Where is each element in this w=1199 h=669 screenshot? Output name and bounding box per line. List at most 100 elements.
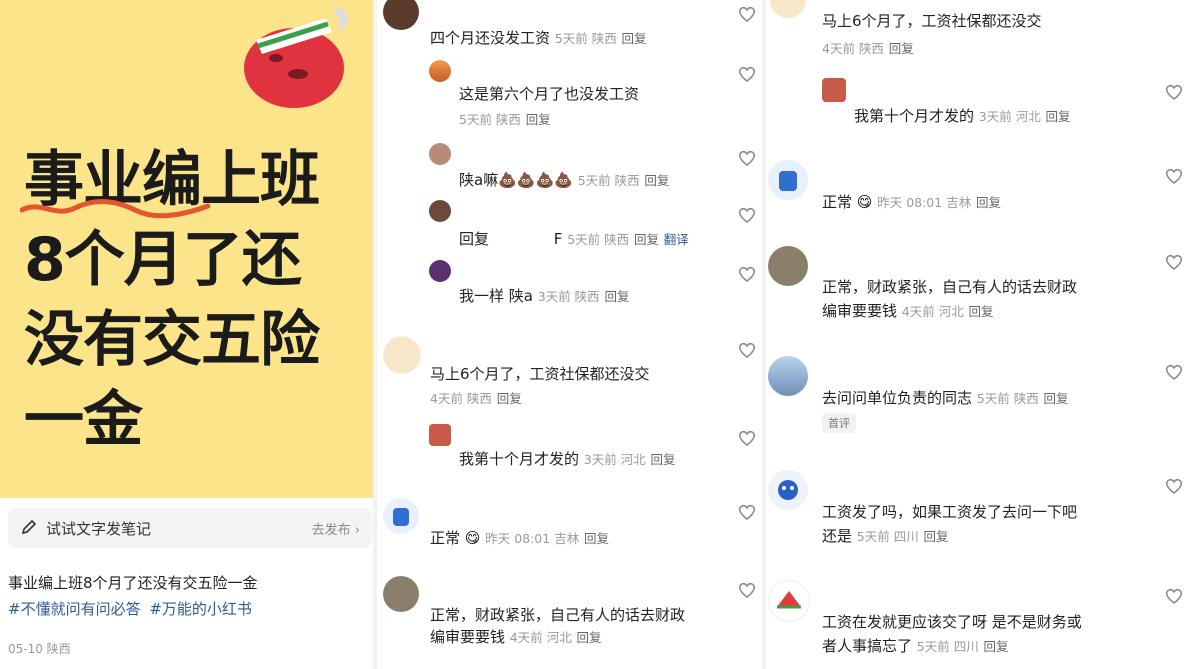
comment-text: 工资在发就更应该交了呀 是不是财务或 <box>822 613 1082 631</box>
reply-button[interactable]: 回复 <box>526 112 551 127</box>
cover-title: 事业编上班 8个月了还 没有交五险 一金 <box>24 140 369 460</box>
comment-item: 我第十个月才发的 3天前 河北 回复 <box>854 105 1071 126</box>
avatar[interactable] <box>768 470 808 510</box>
avatar[interactable] <box>383 336 421 374</box>
heart-icon[interactable] <box>737 205 757 225</box>
comment-item: 四个月还没发工资 5天前 陕西 回复 <box>430 27 647 48</box>
comment-item: 编审要要钱 4天前 河北 回复 <box>430 626 602 647</box>
avatar[interactable] <box>768 356 808 396</box>
comment-text: 正常，财政紧张，自己有人的话去财政 <box>822 278 1078 296</box>
heart-icon[interactable] <box>737 64 757 84</box>
heart-icon[interactable] <box>737 264 757 284</box>
comment-item: 还是 5天前 四川 回复 <box>822 525 949 546</box>
heart-icon[interactable] <box>1164 166 1184 186</box>
comment-item: 回复 F 5天前 陕西 回复 翻译 <box>459 228 689 249</box>
avatar[interactable] <box>429 143 451 165</box>
reply-button[interactable]: 回复 <box>497 391 522 406</box>
comment-item: 去问问单位负责的同志 5天前 陕西 回复 <box>822 387 1069 408</box>
hashtag-link[interactable]: #万能的小红书 <box>149 600 252 618</box>
comment-item: 编审要要钱 4天前 河北 回复 <box>822 300 994 321</box>
comment-text: 工资发了吗，如果工资发了去问一下吧 <box>822 503 1078 521</box>
reply-button[interactable]: 回复 <box>984 639 1009 654</box>
reply-button[interactable]: 回复 <box>1044 391 1069 406</box>
comment-text: 这是第六个月了也没发工资 <box>459 85 640 103</box>
comment-text: 正常 <box>822 193 853 211</box>
jacket-icon <box>779 171 797 191</box>
reply-button[interactable]: 回复 <box>634 232 659 247</box>
comment-text: 去问问单位负责的同志 <box>822 389 973 407</box>
try-text-label: 试试文字发笔记 <box>46 520 152 538</box>
avatar[interactable] <box>429 260 451 282</box>
reply-button[interactable]: 回复 <box>584 531 609 546</box>
pencil-icon <box>21 519 37 535</box>
cover-line-3: 没有交五险 <box>24 305 320 375</box>
reply-button[interactable]: 回复 <box>604 289 629 304</box>
heart-icon[interactable] <box>737 580 757 600</box>
heart-icon[interactable] <box>737 502 757 522</box>
comment-meta: 5天前 陕西 <box>577 173 640 188</box>
post-panel: 事业编上班 8个月了还 没有交五险 一金 试试文字发笔记 去发布 › 事业编上班… <box>0 0 373 669</box>
avatar[interactable] <box>768 580 810 622</box>
comment-meta: 4天前 陕西 <box>822 41 884 56</box>
heart-icon[interactable] <box>737 428 757 448</box>
reply-button[interactable]: 回复 <box>969 304 994 319</box>
avatar[interactable] <box>383 498 419 534</box>
heart-icon[interactable] <box>1164 252 1184 272</box>
reply-button[interactable]: 回复 <box>889 41 914 56</box>
comment-text: 回复 <box>459 230 490 248</box>
hashtag-link[interactable]: #不懂就问有问必答 <box>8 600 141 618</box>
avatar[interactable] <box>383 0 419 30</box>
heart-icon[interactable] <box>1164 362 1184 382</box>
reply-button[interactable]: 回复 <box>644 173 669 188</box>
comment-text: 四个月还没发工资 <box>430 29 551 47</box>
comment-meta-row: 5天前 陕西 回复 <box>459 109 551 128</box>
first-comment-badge: 首评 <box>822 413 856 433</box>
comment-meta: 4天前 河北 <box>509 630 572 645</box>
comment-meta: 3天前 陕西 <box>537 289 600 304</box>
heart-icon[interactable] <box>737 148 757 168</box>
avatar[interactable] <box>429 200 451 222</box>
comment-meta: 5天前 陕西 <box>976 391 1039 406</box>
comment-text: 我第十个月才发的 <box>459 450 580 468</box>
comment-meta: 3天前 河北 <box>978 109 1041 124</box>
reply-button[interactable]: 回复 <box>976 195 1001 210</box>
go-publish-link[interactable]: 去发布 › <box>312 519 360 538</box>
comment-text: 陕a嘛💩💩💩💩 <box>459 171 573 189</box>
avatar[interactable] <box>429 424 451 446</box>
reply-button[interactable]: 回复 <box>924 529 949 544</box>
smile-emoji-icon: 😋 <box>856 193 873 211</box>
heart-icon[interactable] <box>737 4 757 24</box>
reply-button[interactable]: 回复 <box>622 31 647 46</box>
jacket-icon <box>393 508 409 526</box>
reply-button[interactable]: 回复 <box>1046 109 1071 124</box>
comment-item: 正常 😋 昨天 08:01 吉林 回复 <box>430 527 609 548</box>
heart-icon[interactable] <box>1164 586 1184 606</box>
avatar[interactable] <box>770 0 806 18</box>
cover-image[interactable]: 事业编上班 8个月了还 没有交五险 一金 <box>0 0 373 498</box>
translate-button[interactable]: 翻译 <box>664 232 689 247</box>
avatar[interactable] <box>429 60 451 82</box>
try-text-note-bar[interactable]: 试试文字发笔记 去发布 › <box>8 508 372 548</box>
comment-extra: F <box>553 230 563 248</box>
reply-button[interactable]: 回复 <box>577 630 602 645</box>
avatar[interactable] <box>383 576 419 612</box>
reply-button[interactable]: 回复 <box>651 452 676 467</box>
comment-text-line2: 编审要要钱 <box>430 628 506 646</box>
comment-meta: 3天前 河北 <box>583 452 646 467</box>
comment-text: 正常 <box>430 529 461 547</box>
comment-item: 陕a嘛💩💩💩💩 5天前 陕西 回复 <box>459 169 669 190</box>
avatar[interactable] <box>768 246 808 286</box>
cover-line-4: 一金 <box>24 385 143 455</box>
avatar[interactable] <box>822 78 846 102</box>
smile-emoji-icon: 😋 <box>464 529 481 547</box>
comment-meta: 5天前 四川 <box>856 529 919 544</box>
heart-icon[interactable] <box>1164 82 1184 102</box>
post-title: 事业编上班8个月了还没有交五险一金 <box>8 574 258 592</box>
heart-icon[interactable] <box>737 340 757 360</box>
heart-icon[interactable] <box>1164 476 1184 496</box>
comment-text: 马上6个月了，工资社保都还没交 <box>430 365 650 383</box>
comments-panel-right: 马上6个月了，工资社保都还没交 4天前 陕西 回复 我第十个月才发的 3天前 河… <box>766 0 1199 669</box>
avatar[interactable] <box>768 160 808 200</box>
comment-text: 我第十个月才发的 <box>854 107 975 125</box>
comment-meta: 昨天 08:01 吉林 <box>485 531 580 546</box>
